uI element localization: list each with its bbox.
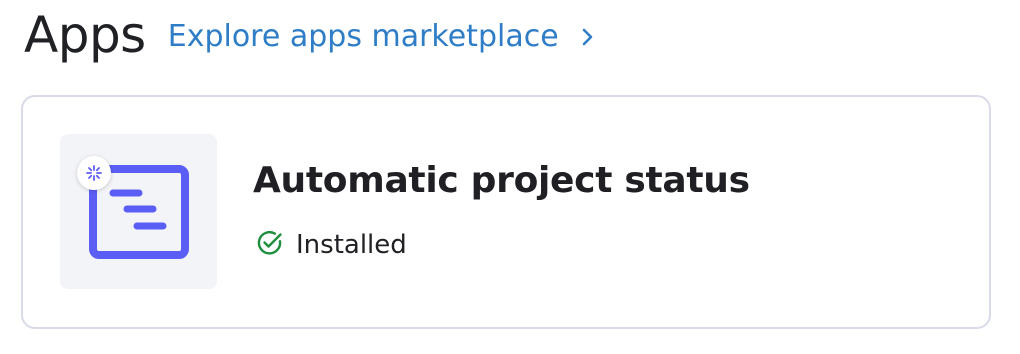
ai-sparkle-icon [77, 156, 111, 190]
explore-marketplace-label: Explore apps marketplace [167, 19, 559, 54]
page-title: Apps [24, 6, 146, 64]
app-card[interactable]: Automatic project status Installed [21, 95, 991, 329]
explore-marketplace-link[interactable]: Explore apps marketplace [168, 22, 595, 52]
app-name: Automatic project status [253, 160, 750, 201]
status-label: Installed [296, 230, 407, 260]
status-badge: Installed [256, 229, 407, 261]
app-icon-tile [60, 134, 217, 289]
check-circle-icon [256, 229, 284, 261]
page-header: Apps Explore apps marketplace [24, 4, 595, 66]
chevron-right-icon [581, 26, 595, 48]
